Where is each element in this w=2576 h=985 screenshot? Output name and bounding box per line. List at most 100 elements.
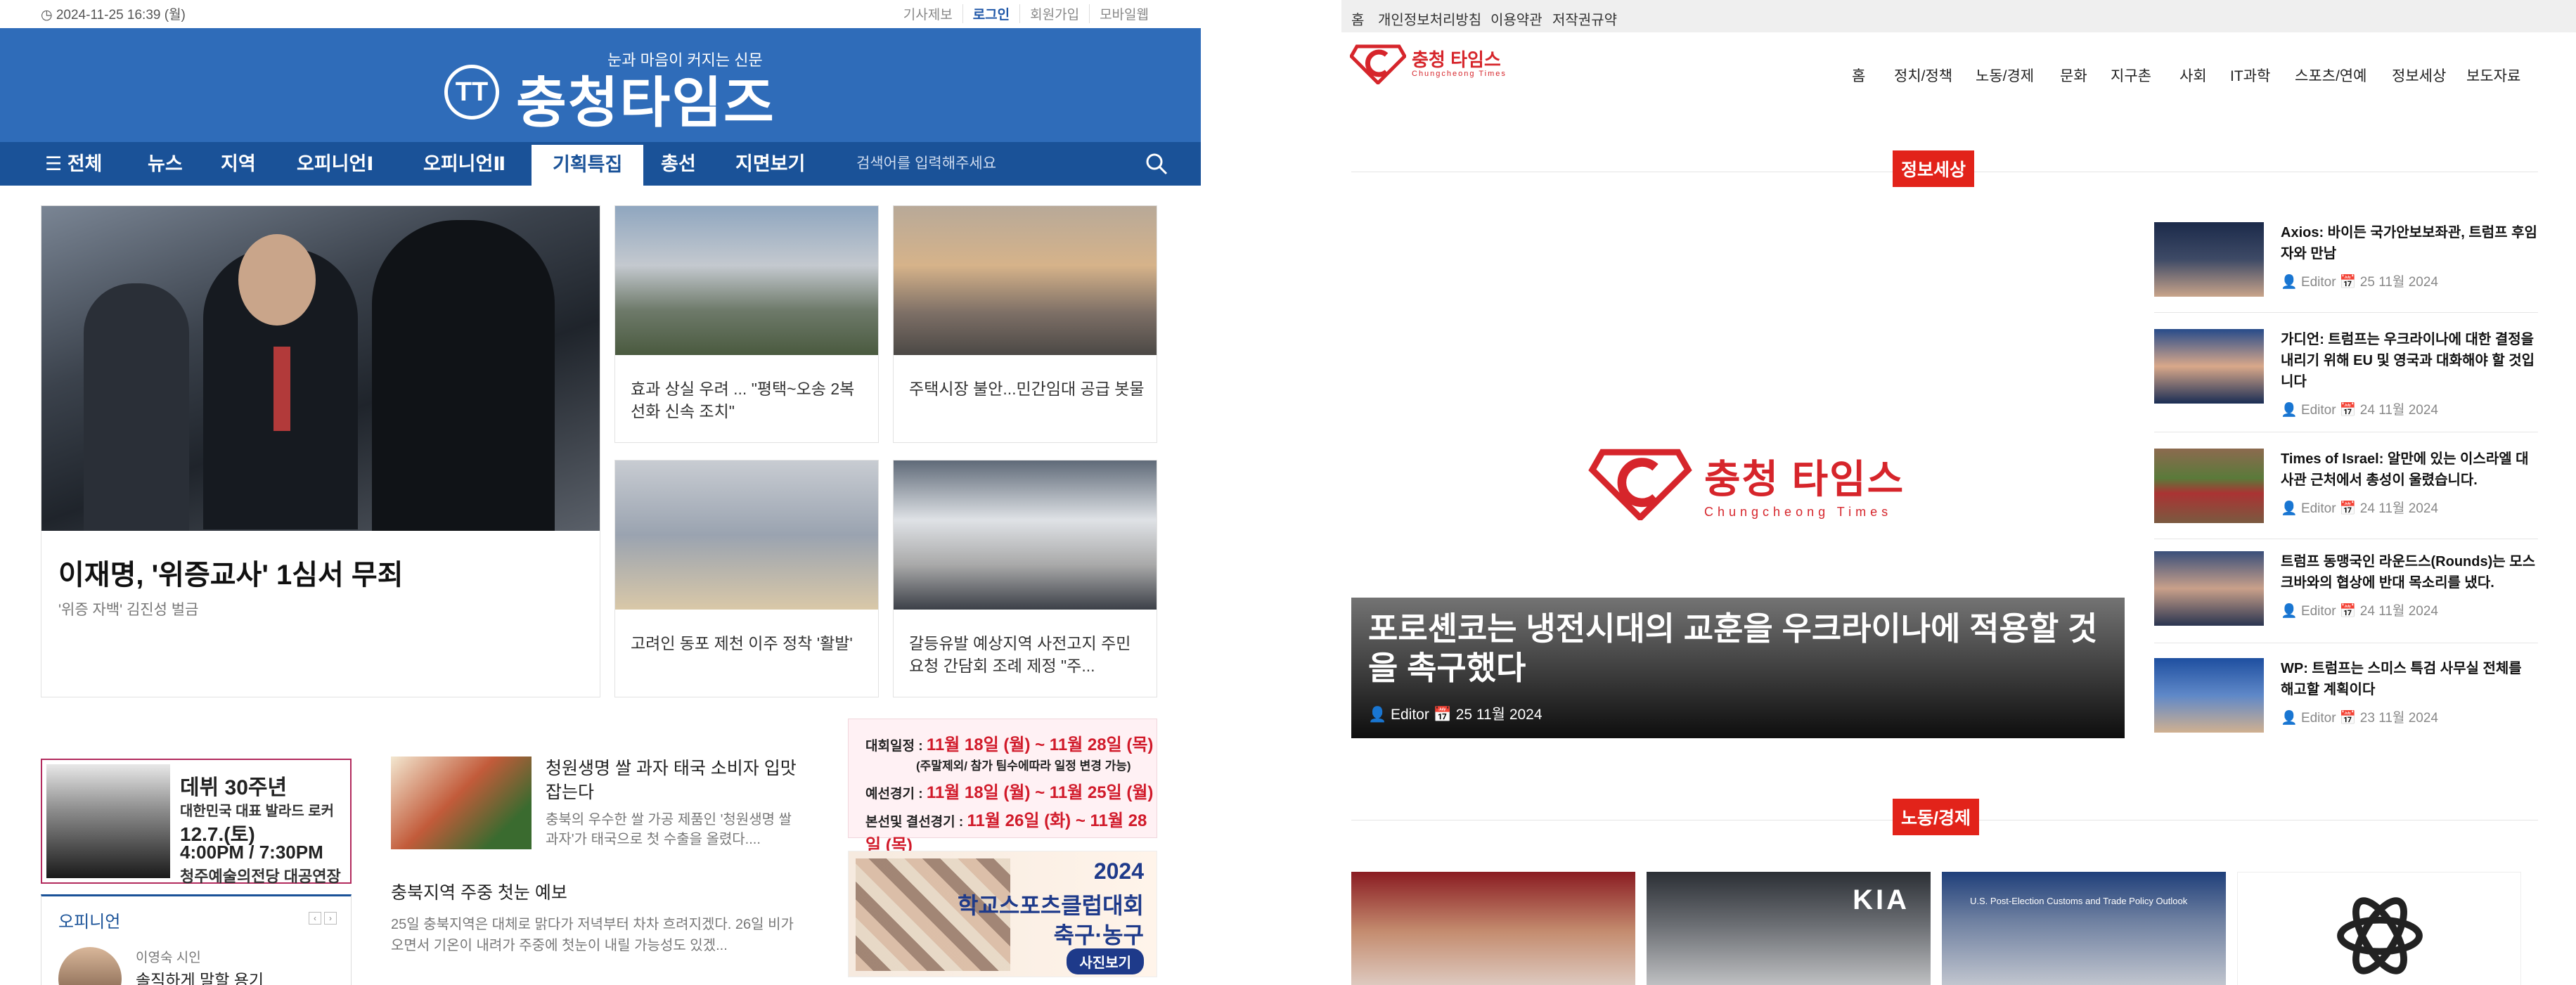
avatar[interactable] bbox=[58, 947, 122, 985]
nav-press-release[interactable]: 보도자료 bbox=[2466, 65, 2520, 86]
sports-club-ad[interactable]: 2024 학교스포츠클럽대회 축구·농구 사진보기 bbox=[848, 851, 1157, 977]
nav-election[interactable]: 총선 bbox=[661, 142, 696, 186]
divider bbox=[2154, 312, 2538, 313]
news-title[interactable]: 청원생명 쌀 과자 태국 소비자 입맛 잡는다 bbox=[546, 757, 806, 804]
opinion-headline[interactable]: 솔직하게 말할 용기 bbox=[136, 967, 264, 985]
nav-culture[interactable]: 문화 bbox=[2060, 65, 2087, 86]
news-list-item[interactable]: 충북지역 주중 첫눈 예보 25일 충북지역은 대체로 맑다가 저녁부터 차차 … bbox=[391, 879, 806, 956]
topbar-links: 기사제보 로그인 회원가입 모바일웹 bbox=[894, 4, 1159, 23]
photo-view-button[interactable]: 사진보기 bbox=[1067, 948, 1144, 974]
news-card[interactable]: 갈등유발 예상지역 사전고지 주민 요청 간담회 조례 제정 "주... bbox=[893, 460, 1157, 697]
nav-info-world[interactable]: 정보세상 bbox=[2392, 65, 2446, 86]
side-meta: 👤 Editor 📅 24 11월 2024 bbox=[2281, 604, 2438, 619]
hero-title[interactable]: 이재명, '위증교사' 1심서 무죄 bbox=[58, 552, 404, 593]
link-login[interactable]: 로그인 bbox=[962, 4, 1019, 23]
side-thumb[interactable] bbox=[2154, 329, 2264, 404]
site-logo-text[interactable]: 충청타임즈 bbox=[516, 59, 775, 138]
nav-news[interactable]: 뉴스 bbox=[148, 142, 183, 186]
side-news-item[interactable]: Axios: 바이든 국가안보보좌관, 트럼프 후임자와 만남 👤 Editor… bbox=[2154, 222, 2538, 312]
card-caption[interactable]: 효과 상실 우려 ... "평택~오송 2복선화 신속 조치" bbox=[631, 378, 867, 423]
nav-home[interactable]: 홈 bbox=[1852, 65, 1865, 86]
link-report[interactable]: 기사제보 bbox=[894, 4, 962, 23]
nav-politics[interactable]: 정치/정책 bbox=[1894, 65, 1952, 86]
feature-placeholder-logo: 충청 타임스 Chungcheong Times bbox=[1588, 447, 1905, 520]
feature-title[interactable]: 포로셴코는 냉전시대의 교훈을 우크라이나에 적용할 것을 촉구했다 bbox=[1368, 609, 2106, 688]
tournament-schedule-ad[interactable]: 대회일정 : 11월 18일 (월) ~ 11월 28일 (목) (주말제외/ … bbox=[848, 719, 1157, 855]
card-photo[interactable] bbox=[894, 206, 1157, 355]
section-badge-economy[interactable]: 노동/경제 bbox=[1893, 799, 1979, 835]
top-link-terms[interactable]: 이용약관 bbox=[1490, 8, 1543, 29]
economy-thumb[interactable] bbox=[2237, 872, 2521, 985]
link-signup[interactable]: 회원가입 bbox=[1019, 4, 1089, 23]
logo-korean: 충청 타임스 bbox=[1412, 49, 1501, 70]
next-arrow-icon[interactable]: › bbox=[324, 912, 337, 925]
concert-photo bbox=[46, 764, 170, 878]
economy-thumb[interactable]: KIA bbox=[1647, 872, 1931, 985]
news-thumbnail[interactable] bbox=[391, 757, 532, 849]
card-photo[interactable] bbox=[894, 461, 1157, 610]
link-mobile-web[interactable]: 모바일웹 bbox=[1089, 4, 1159, 23]
opinion-box: 오피니언 ‹ › 이영숙 시인 솔직하게 말할 용기 bbox=[41, 894, 352, 985]
nav-special-feature[interactable]: 기획특집 bbox=[532, 145, 644, 186]
nav-opinion-1[interactable]: 오피니언Ⅰ bbox=[297, 142, 373, 186]
nav-all-menu[interactable]: ☰ 전체 bbox=[45, 142, 102, 186]
featured-article[interactable]: 충청 타임스 Chungcheong Times 포로셴코는 냉전시대의 교훈을… bbox=[1351, 218, 2125, 738]
sports-year: 2024 bbox=[1093, 858, 1144, 884]
news-card[interactable]: 고려인 동포 제천 이주 정착 '활발' bbox=[614, 460, 879, 697]
side-title[interactable]: WP: 트럼프는 스미스 특검 사무실 전체를 해고할 계획이다 bbox=[2281, 658, 2538, 700]
side-title[interactable]: 가디언: 트럼프는 우크라이나에 대한 결정을 내리기 위해 EU 및 영국과 … bbox=[2281, 329, 2538, 392]
concert-banner[interactable]: 데뷔 30주년 대한민국 대표 발라드 로커 12.7.(토) 4:00PM /… bbox=[41, 759, 352, 885]
hero-photo[interactable] bbox=[41, 206, 600, 531]
prev-arrow-icon[interactable]: ‹ bbox=[309, 912, 321, 925]
side-thumb[interactable] bbox=[2154, 658, 2264, 733]
card-caption[interactable]: 주택시장 불안...민간임대 공급 봇물 bbox=[909, 378, 1145, 400]
side-title[interactable]: Axios: 바이든 국가안보보좌관, 트럼프 후임자와 만남 bbox=[2281, 222, 2538, 264]
concert-line-2: 대한민국 대표 발라드 로커 bbox=[180, 804, 335, 819]
card-photo[interactable] bbox=[615, 461, 878, 610]
economy-thumb[interactable]: U.S. Post-Election Customs and Trade Pol… bbox=[1942, 872, 2226, 985]
logo-english: Chungcheong Times bbox=[1412, 70, 1507, 78]
side-thumb[interactable] bbox=[2154, 222, 2264, 297]
top-link-home[interactable]: 홈 bbox=[1351, 8, 1364, 29]
side-thumb[interactable] bbox=[2154, 551, 2264, 626]
openai-logo-icon bbox=[2337, 897, 2423, 974]
feature-meta: 👤 Editor 📅 25 11월 2024 bbox=[1368, 707, 1543, 723]
section-badge-info[interactable]: 정보세상 bbox=[1893, 150, 1975, 187]
side-title[interactable]: 트럼프 동맹국인 라운드스(Rounds)는 모스크바와의 협상에 반대 목소리… bbox=[2281, 551, 2538, 593]
side-news-item[interactable]: Times of Israel: 알만에 있는 이스라엘 대사관 근처에서 총성… bbox=[2154, 449, 2538, 539]
nav-society[interactable]: 사회 bbox=[2179, 65, 2207, 86]
economy-thumb[interactable] bbox=[1351, 872, 1635, 985]
top-link-privacy[interactable]: 개인정보처리방침 bbox=[1378, 8, 1481, 29]
right-site-logo[interactable]: 충청 타임스 Chungcheong Times bbox=[1350, 44, 1507, 84]
search-icon[interactable] bbox=[1145, 152, 1168, 176]
news-card[interactable]: 효과 상실 우려 ... "평택~오송 2복선화 신속 조치" bbox=[614, 205, 879, 443]
nav-world[interactable]: 지구촌 bbox=[2111, 65, 2151, 86]
hero-article[interactable]: 이재명, '위증교사' 1심서 무죄 '위증 자백' 김진성 벌금 bbox=[41, 205, 600, 697]
news-title[interactable]: 충북지역 주중 첫눈 예보 bbox=[391, 879, 806, 904]
card-caption[interactable]: 고려인 동포 제천 이주 정착 '활발' bbox=[631, 632, 867, 655]
nav-paper-view[interactable]: 지면보기 bbox=[735, 142, 805, 186]
nav-sports[interactable]: 스포츠/연예 bbox=[2295, 65, 2366, 86]
clock-icon: ◷ bbox=[41, 8, 56, 22]
card-caption[interactable]: 갈등유발 예상지역 사전고지 주민 요청 간담회 조례 제정 "주... bbox=[909, 632, 1145, 677]
side-news-item[interactable]: WP: 트럼프는 스미스 특검 사무실 전체를 해고할 계획이다 👤 Edito… bbox=[2154, 658, 2538, 748]
search-box bbox=[837, 142, 1201, 186]
calendar-icon: 📅 bbox=[1433, 707, 1456, 723]
opinion-title[interactable]: 오피니언 bbox=[58, 908, 120, 932]
side-news-item[interactable]: 트럼프 동맹국인 라운드스(Rounds)는 모스크바와의 협상에 반대 목소리… bbox=[2154, 551, 2538, 641]
card-photo[interactable] bbox=[615, 206, 878, 355]
side-thumb[interactable] bbox=[2154, 449, 2264, 523]
side-news-item[interactable]: 가디언: 트럼프는 우크라이나에 대한 결정을 내리기 위해 EU 및 영국과 … bbox=[2154, 329, 2538, 419]
top-link-copyright[interactable]: 저작권규약 bbox=[1552, 8, 1617, 29]
search-input[interactable] bbox=[856, 149, 1138, 179]
nav-labor-economy[interactable]: 노동/경제 bbox=[1976, 65, 2034, 86]
nav-opinion-2[interactable]: 오피니언Ⅱ bbox=[423, 142, 505, 186]
side-title[interactable]: Times of Israel: 알만에 있는 이스라엘 대사관 근처에서 총성… bbox=[2281, 449, 2538, 491]
right-topbar: 홈 개인정보처리방침 이용약관 저작권규약 bbox=[1341, 0, 2576, 32]
news-card[interactable]: 주택시장 불안...민간임대 공급 봇물 bbox=[893, 205, 1157, 443]
kia-logo: KIA bbox=[1853, 884, 1910, 915]
logo-mark-icon[interactable]: TT bbox=[444, 65, 499, 120]
nav-region[interactable]: 지역 bbox=[221, 142, 256, 186]
nav-it-science[interactable]: IT과학 bbox=[2230, 65, 2270, 86]
feature-logo-korean: 충청 타임스 bbox=[1704, 457, 1905, 501]
